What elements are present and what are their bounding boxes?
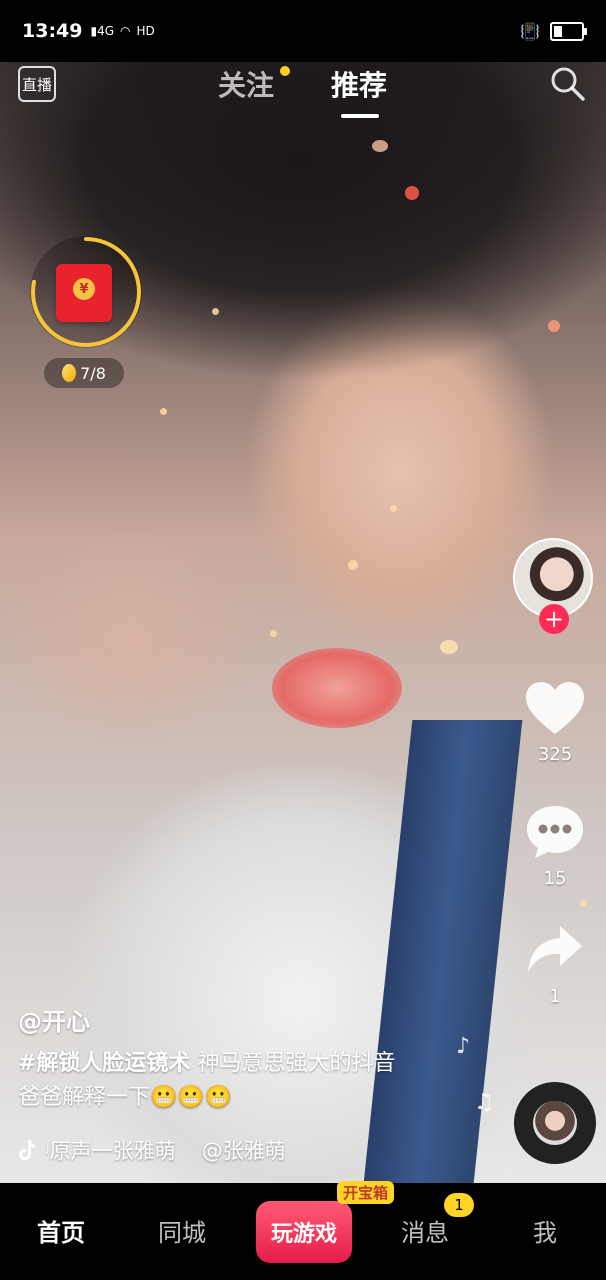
yuan-seal: ¥ <box>73 278 95 300</box>
sparkle-effect <box>212 308 219 315</box>
play-games-button[interactable]: 玩游戏 <box>256 1201 352 1263</box>
status-time: 13:49 <box>22 20 83 42</box>
like-count: 325 <box>537 744 573 765</box>
tab-messages[interactable]: 消息 <box>401 1213 449 1248</box>
sound-author: @张雅萌 <box>201 1139 286 1163</box>
gold-egg-icon <box>62 364 77 382</box>
video-description: #解锁人脸运镜术 神马意思强大的抖音 爸爸解释一下😬😬😬 <box>18 1047 498 1115</box>
messages-badge: 1 <box>444 1193 474 1217</box>
battery-icon <box>550 21 587 41</box>
tab-home[interactable]: 首页 <box>37 1213 85 1248</box>
active-tab-indicator <box>341 114 379 118</box>
hashtag[interactable]: #解锁人脸运镜术 <box>18 1051 190 1076</box>
video-caption: @开心 #解锁人脸运镜术 神马意思强大的抖音 爸爸解释一下😬😬😬 ʲ原声一张雅萌… <box>18 1002 498 1165</box>
status-icons: ▮4G ◠ HD <box>90 24 154 38</box>
comment-icon <box>527 806 583 858</box>
coin-progress-text: 7/8 <box>80 363 106 383</box>
author-name[interactable]: @开心 <box>18 1002 498 1037</box>
play-games-label: 玩游戏 <box>270 1222 337 1247</box>
tab-following[interactable]: 关注 <box>218 64 274 104</box>
sparkle-effect <box>405 186 419 200</box>
description-line1: 神马意思强大的抖音 <box>197 1051 396 1076</box>
sound-title: ʲ原声一张雅萌 <box>46 1139 176 1163</box>
sparkle-effect <box>348 560 358 570</box>
heart-icon <box>526 682 584 734</box>
music-cover <box>533 1101 577 1145</box>
wifi-icon: ◠ <box>120 24 131 38</box>
tiktok-note-icon <box>19 1140 35 1160</box>
top-navigation: 直播 关注 推荐 <box>0 62 606 122</box>
status-bar: 13:49 ▮4G ◠ HD 📳 <box>0 0 606 62</box>
sparkle-effect <box>390 505 397 512</box>
sparkle-effect <box>270 630 277 637</box>
red-envelope-icon: ¥ <box>56 264 112 322</box>
network-type: 4G <box>97 24 115 38</box>
signal-icon: ▮4G <box>90 24 115 38</box>
vibrate-icon: 📳 <box>520 21 540 41</box>
sparkle-effect <box>440 640 458 654</box>
status-right: 📳 <box>520 21 587 41</box>
following-notification-dot <box>280 66 290 76</box>
comment-count: 15 <box>543 868 567 889</box>
sparkle-effect <box>160 408 167 415</box>
music-disc-button[interactable] <box>514 1082 596 1164</box>
sparkle-effect <box>372 140 388 152</box>
sparkle-effect <box>548 320 560 332</box>
share-count: 1 <box>549 986 561 1007</box>
treasure-chest-badge: 开宝箱 <box>337 1181 395 1204</box>
video-content <box>272 648 402 728</box>
follow-button[interactable]: + <box>539 604 569 634</box>
author-avatar[interactable]: + <box>513 538 597 634</box>
search-icon[interactable] <box>548 64 588 104</box>
bottom-tab-bar: 首页 同城 玩游戏 开宝箱 消息 1 我 <box>0 1181 606 1280</box>
share-arrow-icon <box>528 926 582 972</box>
share-button[interactable]: 1 <box>516 922 594 1007</box>
description-line2: 爸爸解释一下😬😬😬 <box>18 1085 233 1110</box>
comment-button[interactable]: 15 <box>516 802 594 889</box>
coin-progress: 7/8 <box>44 358 124 388</box>
live-button[interactable]: 直播 <box>18 66 56 102</box>
like-button[interactable]: 325 <box>516 680 594 765</box>
live-label: 直播 <box>21 75 52 94</box>
tab-for-you[interactable]: 推荐 <box>331 64 387 104</box>
tab-me[interactable]: 我 <box>533 1213 557 1248</box>
sound-row[interactable]: ʲ原声一张雅萌 @张雅萌 <box>18 1135 498 1165</box>
sparkle-effect <box>580 900 587 907</box>
tab-local[interactable]: 同城 <box>158 1213 206 1248</box>
hd-icon: HD <box>136 24 155 38</box>
red-envelope-widget[interactable]: ¥ <box>30 236 142 348</box>
